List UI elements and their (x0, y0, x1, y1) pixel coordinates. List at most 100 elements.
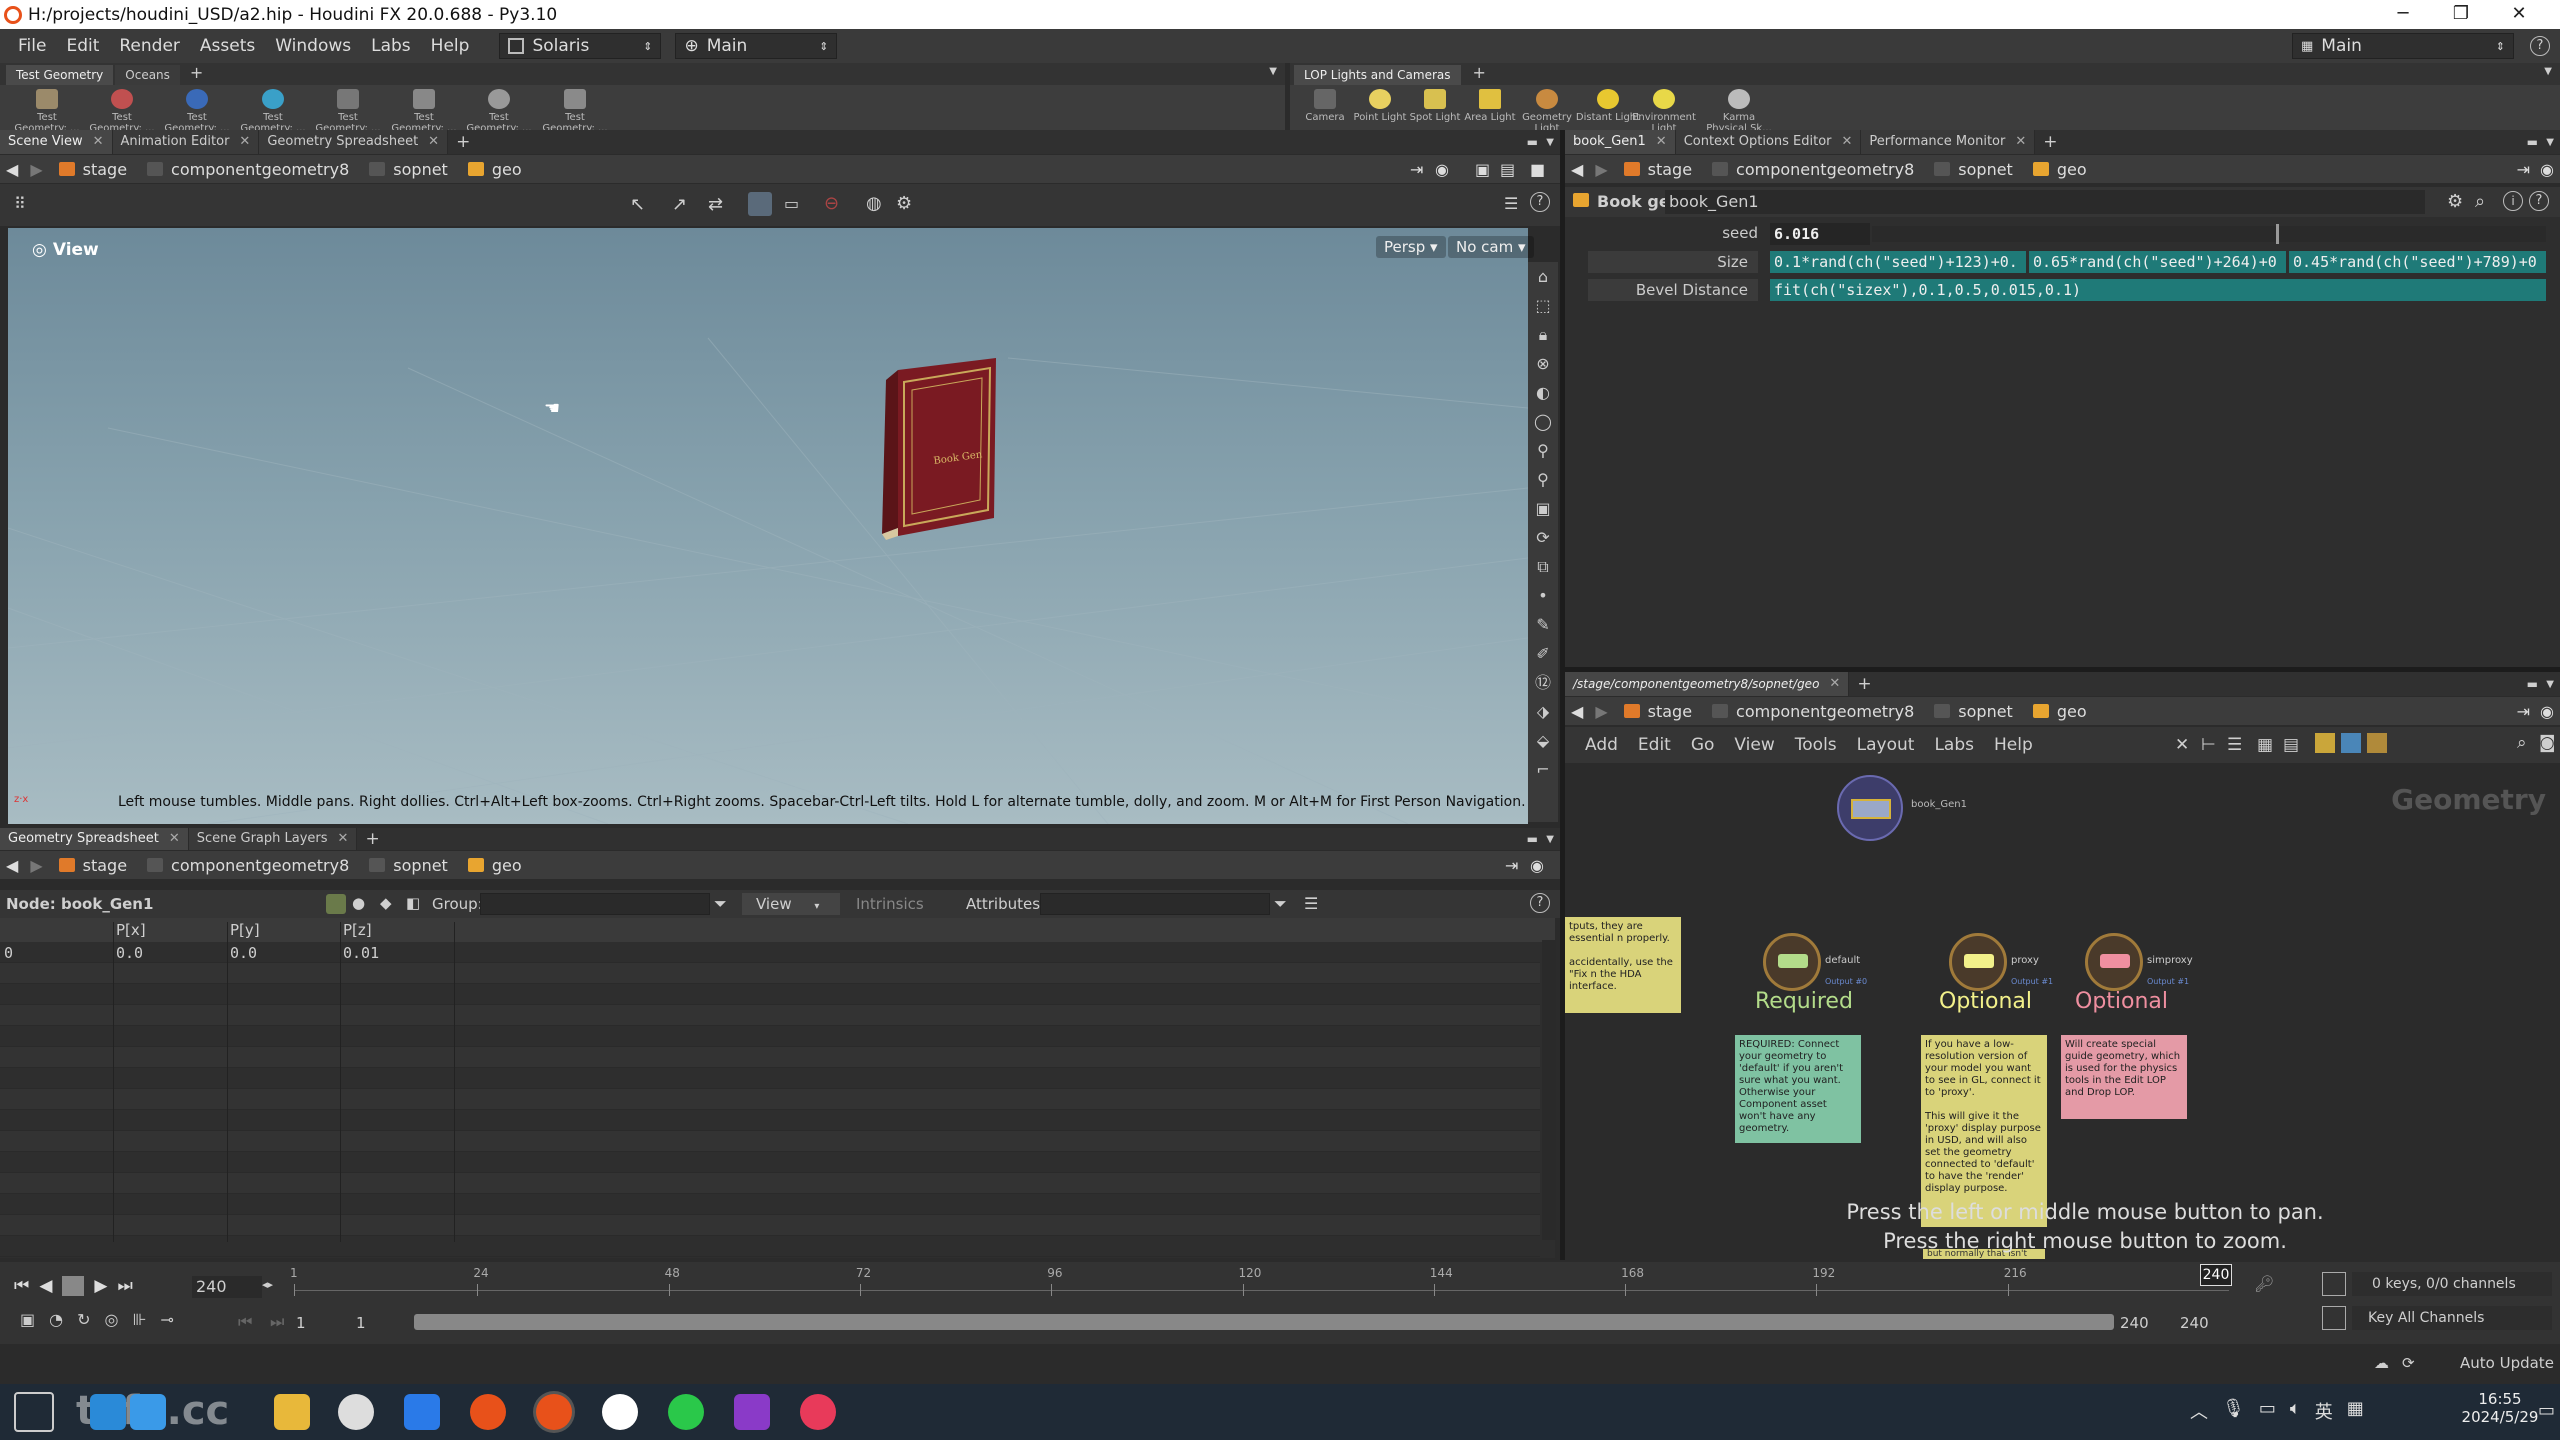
corner-icon[interactable]: ⌐ (1528, 755, 1558, 784)
back-arrow-icon[interactable]: ◀ (0, 856, 24, 875)
key-all-button[interactable]: Key All Channels (2352, 1306, 2552, 1330)
size-z-field[interactable]: 0.45*rand(ch("seed")+789)+0 (2289, 251, 2546, 273)
seed-slider-handle[interactable] (2276, 224, 2280, 244)
dropdown-icon[interactable]: ▼ (2546, 679, 2554, 690)
maximize-button[interactable]: ❐ (2432, 0, 2490, 29)
forward-arrow-icon[interactable]: ▶ (24, 160, 48, 179)
close-icon[interactable]: ✕ (1656, 130, 1667, 154)
range-start-field[interactable]: 1 (296, 1312, 346, 1334)
network-menu-go[interactable]: Go (1671, 735, 1715, 755)
taskbar-onenote-icon[interactable] (734, 1394, 770, 1430)
forward-arrow-icon[interactable]: ▶ (1589, 702, 1613, 721)
view-dropdown[interactable]: View ▾ (742, 893, 840, 915)
help-icon[interactable]: ? (1530, 192, 1550, 212)
sticky-note-simproxy[interactable]: Will create special guide geometry, whic… (2061, 1035, 2187, 1119)
tool-geometry-light[interactable]: Geometry Light (1512, 89, 1582, 134)
tool-environment-light[interactable]: Environment Light (1629, 89, 1699, 134)
shelf-tab-oceans[interactable]: Oceans (115, 65, 180, 85)
network-icon[interactable]: ▭ (2259, 1398, 2276, 1424)
handle-tool-icon[interactable]: ⇄ (708, 194, 723, 215)
path-stage[interactable]: stage (49, 160, 137, 179)
close-icon[interactable]: ✕ (239, 130, 250, 154)
pen-icon[interactable]: ✐ (1528, 639, 1558, 668)
primitives-mode-icon[interactable]: ◆ (380, 894, 392, 912)
add-tab-icon[interactable]: + (456, 132, 470, 152)
tab-performance-monitor[interactable]: Performance Monitor ✕ (1861, 130, 2036, 154)
add-tab-icon[interactable]: + (365, 829, 379, 849)
path-sopnet[interactable]: sopnet (1924, 702, 2023, 721)
close-icon[interactable]: ✕ (93, 130, 104, 154)
group-field[interactable] (480, 893, 710, 915)
folder-icon[interactable] (2367, 733, 2387, 753)
dropdown-icon[interactable]: ▼ (1546, 137, 1554, 148)
lock-icon[interactable]: 🔒︎ (1528, 320, 1558, 349)
network-box-icon[interactable] (2341, 733, 2361, 753)
menu-windows[interactable]: Windows (265, 36, 361, 56)
link-icon[interactable]: ◉ (2540, 160, 2554, 179)
network-menu-layout[interactable]: Layout (1837, 735, 1915, 755)
close-icon[interactable]: ✕ (428, 130, 439, 154)
add-tab-icon[interactable]: + (2043, 132, 2057, 152)
vertices-mode-icon[interactable]: ● (352, 894, 365, 912)
back-arrow-icon[interactable]: ◀ (1565, 702, 1589, 721)
book-gen-node[interactable] (1837, 775, 1903, 841)
columns-icon[interactable]: ☰ (1304, 894, 1318, 913)
tool-test-geometry-7[interactable]: Test Geometry: ... (464, 89, 534, 134)
menu-render[interactable]: Render (109, 36, 190, 56)
node-name-field[interactable]: book_Gen1 (1665, 190, 2425, 214)
wrench-icon[interactable]: ✕ (2175, 735, 2189, 755)
taskbar-clock-icon[interactable] (338, 1394, 374, 1430)
tab-geometry-spreadsheet-2[interactable]: Geometry Spreadsheet ✕ (0, 828, 189, 850)
link-icon[interactable]: ◉ (1530, 856, 1544, 875)
menu-help[interactable]: Help (421, 36, 480, 56)
display-icon[interactable]: ▣ (1475, 160, 1490, 179)
tab-animation-editor[interactable]: Animation Editor ✕ (112, 130, 260, 154)
timeline-ruler[interactable]: 1 24 48 72 96 120 144 168 192 216 240 (290, 1262, 2232, 1304)
step-arrows-icon[interactable]: ◂▸ (262, 1278, 273, 1291)
prev-range-icon[interactable]: ⏮ (238, 1312, 252, 1332)
link-icon[interactable]: ◉ (1435, 160, 1449, 179)
desktop-combo[interactable]: Solaris ⇕ (499, 33, 662, 59)
taskbar-houdini-launcher-icon[interactable] (470, 1394, 506, 1430)
path-geo[interactable]: geo (2023, 160, 2097, 179)
thumbnails-icon[interactable]: ▤ (2283, 735, 2299, 755)
camera-view-icon[interactable]: ▣ (1528, 494, 1558, 523)
shelf-tab-test-geometry[interactable]: Test Geometry (6, 65, 114, 85)
settings-icon[interactable]: ⚙ (896, 193, 912, 214)
select-tool-icon[interactable]: ↖ (630, 194, 645, 215)
network-menu-edit[interactable]: Edit (1618, 735, 1671, 755)
shelf-tab-lop-lights[interactable]: LOP Lights and Cameras (1294, 65, 1461, 85)
home-icon[interactable]: ⌂ (1528, 262, 1558, 291)
go-end-icon[interactable]: ⏭ (117, 1276, 132, 1296)
pin-icon[interactable]: ⇥ (2517, 702, 2530, 721)
mic-icon[interactable]: 🎙︎ (2222, 1398, 2245, 1424)
help-icon[interactable]: ? (2529, 191, 2549, 211)
tab-book-gen1[interactable]: book_Gen1 ✕ (1565, 130, 1676, 154)
tab-scene-graph-layers[interactable]: Scene Graph Layers ✕ (188, 828, 358, 850)
pin-icon[interactable]: ⇥ (1410, 160, 1423, 179)
ghost-icon[interactable]: ⊗ (1528, 349, 1558, 378)
play-icon[interactable]: ▶ (94, 1276, 107, 1296)
orbit-icon[interactable]: ⟳ (1528, 523, 1558, 552)
taskbar-todo-icon[interactable] (404, 1394, 440, 1430)
paint-icon[interactable]: ⬗ (1528, 697, 1558, 726)
network-menu-labs[interactable]: Labs (1914, 735, 1974, 755)
range-start2-field[interactable]: 1 (356, 1312, 406, 1334)
tool-test-geometry-1[interactable]: Test Geometry: ... (12, 89, 82, 134)
render-icon[interactable]: ▤ (1500, 160, 1515, 179)
path-geo[interactable]: geo (2023, 702, 2097, 721)
viewport[interactable]: Book Gen ◎ View ☚ z·x Left mouse tumbles.… (8, 228, 1528, 824)
size-x-field[interactable]: 0.1*rand(ch("seed")+123)+0. (1770, 251, 2026, 273)
menu-file[interactable]: File (0, 36, 56, 56)
clock[interactable]: 16:55 2024/5/29 (2460, 1390, 2540, 1426)
dot-icon[interactable]: • (1528, 581, 1558, 610)
tool-test-geometry-4[interactable]: Test Geometry: ... (238, 89, 308, 134)
path-sopnet[interactable]: sopnet (1924, 160, 2023, 179)
forward-arrow-icon[interactable]: ▶ (1589, 160, 1613, 179)
search-icon[interactable]: ⌕ (2517, 733, 2527, 753)
layout-icon[interactable]: ☰ (1504, 194, 1518, 213)
playhead-marker[interactable]: 240 (2200, 1264, 2232, 1286)
forward-arrow-icon[interactable]: ▶ (24, 856, 48, 875)
key-all-icon[interactable] (2322, 1306, 2346, 1330)
path-stage[interactable]: stage (1614, 160, 1702, 179)
